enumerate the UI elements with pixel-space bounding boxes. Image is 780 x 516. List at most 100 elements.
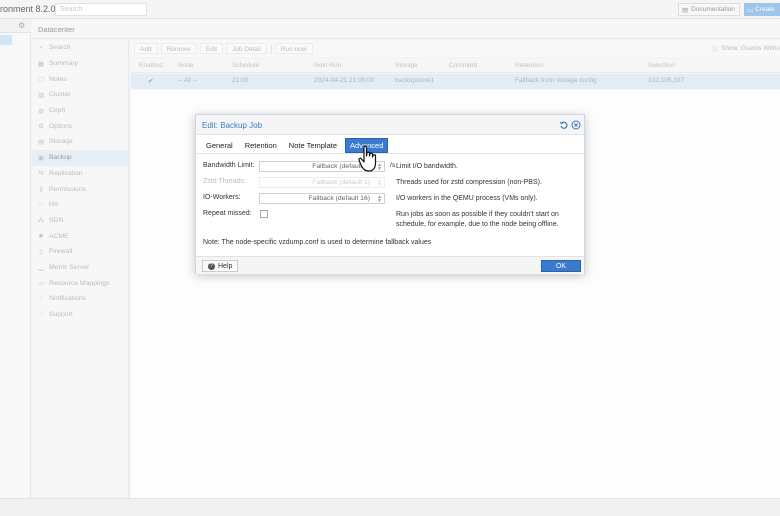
nav-item-acme[interactable]: ✸ ACME (32, 228, 128, 244)
io-workers-field[interactable]: Fallback (default 16) ▲ ▼ (259, 193, 385, 204)
remove-button[interactable]: Remove (160, 43, 197, 54)
top-bar: ronment 8.2.0 Search ▤ Documentation ▭ C… (0, 0, 780, 19)
storage-cell: backupstore1 (395, 77, 435, 84)
spinner-icon[interactable]: ▲ ▼ (377, 195, 382, 204)
nav-label: HA (49, 201, 59, 209)
documentation-button[interactable]: ▤ Documentation (678, 3, 740, 16)
bandwidth-help: Limit I/O bandwidth. (396, 163, 458, 170)
replication-icon: ⇆ (38, 170, 44, 178)
nav-item-options[interactable]: ⚙ Options (32, 118, 128, 134)
repeat-missed-checkbox[interactable] (260, 210, 268, 218)
ok-button[interactable]: OK (541, 260, 581, 272)
nav-item-ceph[interactable]: ◍ Ceph (32, 103, 128, 119)
nav-label: Options (49, 122, 73, 130)
tree-selected-node[interactable] (0, 35, 12, 45)
product-title: ronment 8.2.0 (0, 4, 56, 14)
cluster-icon: ▥ (37, 91, 45, 99)
nav-item-search[interactable]: ⌕ Search (32, 40, 128, 56)
gear-icon[interactable]: ⚙ (18, 21, 25, 30)
schedule-cell: 21:00 (232, 77, 249, 84)
resource-tree[interactable] (0, 33, 31, 498)
job-detail-button[interactable]: Job Detail (226, 43, 267, 54)
chevron-right-icon: › (119, 217, 121, 224)
nav-item-storage[interactable]: ▤ Storage (32, 134, 128, 150)
documentation-label: Documentation (691, 6, 735, 13)
column-header[interactable]: Storage (395, 62, 418, 69)
io-workers-label: IO-Workers: (203, 194, 241, 201)
create-vm-button[interactable]: ▭ Create (744, 3, 780, 16)
show-guests-label: Show: Guests Witho (721, 44, 780, 52)
toolbar-separator (270, 43, 272, 54)
key-icon: ⚷ (38, 186, 44, 194)
nav-item-sdn[interactable]: ⁂ SDN › (32, 213, 128, 229)
tab-retention[interactable]: Retention (241, 139, 281, 152)
reset-icon[interactable] (559, 120, 569, 130)
nav-item-support[interactable]: ◌ Support (32, 307, 128, 323)
close-icon[interactable] (571, 120, 581, 130)
nav-label: ACME (49, 232, 69, 240)
ceph-icon: ◍ (38, 107, 44, 115)
hand-cursor-icon (358, 145, 377, 172)
certificate-icon: ✸ (38, 233, 44, 241)
zstd-help: Threads used for zstd compression (non-P… (396, 179, 542, 186)
help-button[interactable]: ? Help (202, 260, 239, 272)
gear-icon: ⚙ (38, 123, 44, 131)
nav-label: Storage (49, 138, 73, 146)
tab-general[interactable]: General (202, 139, 237, 152)
nav-item-backup[interactable]: ▣ Backup (32, 149, 128, 166)
nav-item-ha[interactable]: ♡ HA › (32, 197, 128, 213)
create-label: Create (755, 6, 775, 13)
chevron-right-icon: › (119, 248, 121, 255)
bandwidth-unit: /s (390, 162, 396, 169)
column-header[interactable]: Comment (449, 62, 477, 69)
tab-note-template[interactable]: Note Template (285, 139, 341, 152)
table-row[interactable]: ✔ -- All -- 21:00 2024-04-21 21:00:00 ba… (131, 74, 780, 89)
summary-icon: ▦ (37, 60, 45, 68)
nav-label: Support (49, 311, 73, 319)
search-input[interactable]: Search (55, 3, 147, 16)
task-log-bar (0, 498, 780, 516)
fallback-note: Note: The node-specific vzdump.conf is u… (203, 239, 432, 246)
book-icon: ▤ (682, 6, 689, 14)
nav-item-summary[interactable]: ▦ Summary (32, 56, 128, 72)
chevron-right-icon: › (119, 186, 121, 193)
nav-item-notifications[interactable]: ♢ Notifications (32, 291, 128, 307)
show-guests-button[interactable]: ⓘ Show: Guests Witho (712, 43, 780, 54)
column-header[interactable]: Schedule (232, 62, 259, 69)
grid-header: Enabled Node Schedule Next Run Storage C… (131, 59, 780, 73)
column-header[interactable]: Retention (515, 62, 543, 69)
nav-item-replication[interactable]: ⇆ Replication (32, 166, 128, 182)
search-icon: ⌕ (39, 43, 43, 51)
column-header[interactable]: Enabled (139, 62, 163, 69)
nav-label: Notifications (49, 295, 87, 303)
column-header[interactable]: Next Run (314, 62, 341, 69)
bell-icon: ♢ (38, 295, 44, 303)
zstd-value: Fallback (default 1) (312, 179, 370, 186)
add-button[interactable]: Add (134, 43, 158, 54)
io-workers-help: I/O workers in the QEMU process (VMs onl… (396, 195, 538, 202)
nav-item-resource-mappings[interactable]: ▭ Resource Mappings (32, 275, 128, 291)
nav-item-firewall[interactable]: ▯ Firewall › (32, 244, 128, 260)
network-icon: ⁂ (37, 217, 45, 225)
edit-button[interactable]: Edit (199, 43, 223, 54)
column-header[interactable]: Node (178, 62, 194, 69)
run-now-button[interactable]: Run now (274, 43, 313, 54)
column-header[interactable]: Selection (648, 62, 675, 69)
nav-label: Metric Server (49, 263, 90, 271)
nav-label: Resource Mappings (49, 279, 110, 287)
monitor-icon: ▭ (747, 6, 754, 14)
database-icon: ▤ (37, 138, 45, 146)
nav-label: Notes (49, 75, 67, 83)
tree-header (0, 19, 31, 33)
mapping-icon: ▭ (37, 280, 45, 288)
nav-item-notes[interactable]: ▢ Notes (32, 71, 128, 87)
tab-divider (196, 153, 584, 154)
spinner-icon: ▲ ▼ (377, 178, 382, 188)
repeat-missed-help: Run jobs as soon as possible if they cou… (396, 211, 559, 228)
nav-label: SDN (49, 216, 64, 224)
nav-item-metric-server[interactable]: ▁ Metric Server (32, 260, 128, 276)
retention-cell: Fallback from storage config (515, 77, 597, 84)
edit-backup-job-dialog: Edit: Backup Job General Retention Note … (195, 114, 585, 274)
nav-item-cluster[interactable]: ▥ Cluster (32, 87, 128, 103)
nav-item-permissions[interactable]: ⚷ Permissions › (32, 181, 128, 197)
